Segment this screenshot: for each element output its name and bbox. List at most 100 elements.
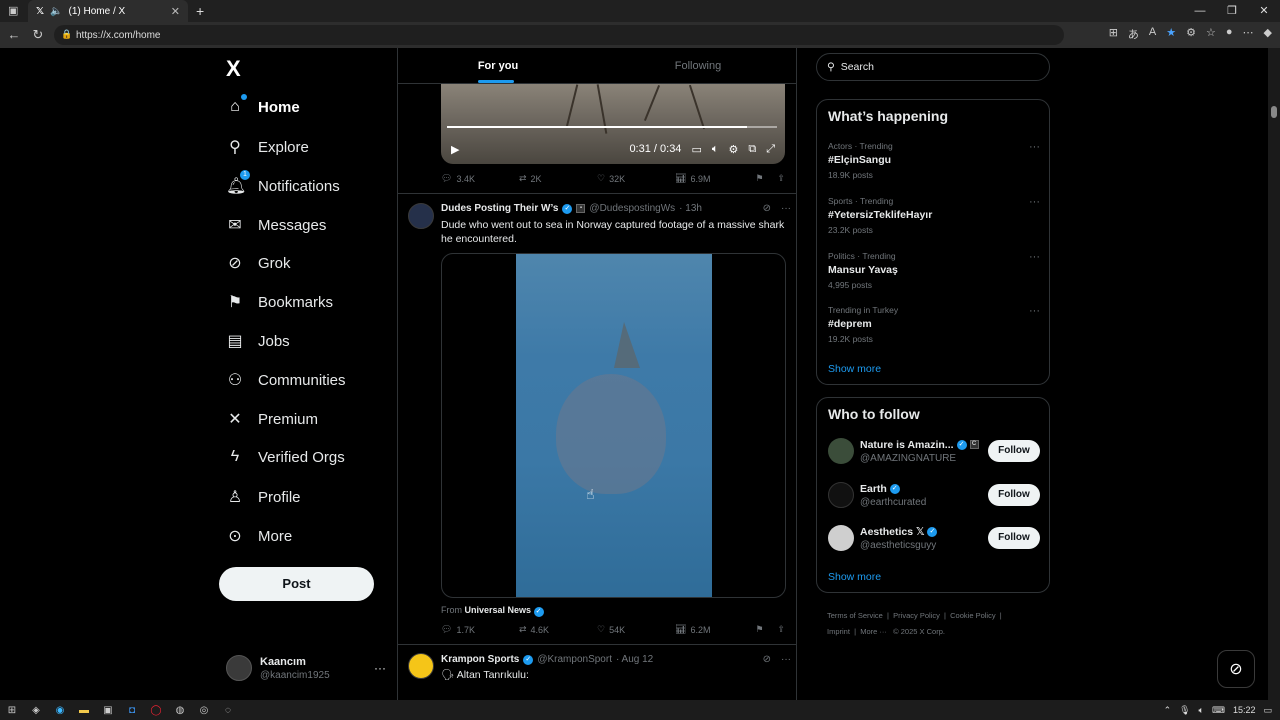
volume-icon[interactable]: 🔈︎ (712, 143, 719, 156)
trend-more-icon[interactable]: ··· (1029, 196, 1040, 208)
speaker-icon[interactable]: 🔈 (50, 6, 62, 17)
video-player-2[interactable] (441, 253, 786, 598)
x-logo[interactable]: X (226, 56, 241, 82)
grok-explain-icon[interactable]: ⊘ (763, 654, 771, 665)
grok-chat-button[interactable]: ⊘ (1217, 650, 1255, 688)
minimize-icon[interactable]: — (1184, 0, 1216, 22)
follow-button[interactable]: Follow (988, 440, 1040, 462)
trend-more-icon[interactable]: ··· (1029, 305, 1040, 317)
follow-suggestion[interactable]: Aesthetics 𝕏 ✓ @aestheticsguyy Follow (828, 522, 1040, 554)
imprint-link[interactable]: Imprint (827, 627, 850, 636)
clock[interactable]: 15:22 (1233, 705, 1256, 715)
close-window-icon[interactable]: ✕ (1248, 0, 1280, 22)
follow-suggestion[interactable]: Nature is Amazin... ✓ C @AMAZINGNATURE Fol… (828, 435, 1040, 467)
settings-gear-icon[interactable]: ⚙ (728, 143, 738, 156)
translate-icon[interactable]: あ (1128, 26, 1139, 42)
show-more-follow-link[interactable]: Show more (828, 571, 881, 583)
opera-icon[interactable]: ◯ (144, 705, 168, 716)
back-icon[interactable]: ← (2, 27, 26, 42)
tweet-time[interactable]: · 13h (679, 203, 702, 214)
extensions-icon[interactable]: ⚙ (1186, 26, 1196, 42)
bookmark-icon[interactable]: ⚑ (755, 624, 763, 635)
volume-icon[interactable]: 🔈︎ (1199, 705, 1204, 716)
account-more-icon[interactable]: ··· (374, 661, 386, 675)
nav-more[interactable]: ⊙ More (226, 526, 292, 546)
menu-icon[interactable]: ⋯ (1243, 26, 1254, 42)
share-icon[interactable]: ⇪ (777, 173, 785, 184)
privacy-link[interactable]: Privacy Policy (893, 611, 940, 620)
tweet-author-name[interactable]: Krampon Sports (441, 654, 519, 665)
like-button[interactable]: ♡ 32K (597, 173, 675, 184)
search-input[interactable]: ⚲ Search (816, 53, 1050, 81)
store-icon[interactable]: ▣ (96, 705, 120, 716)
repost-button[interactable]: ⇄ 2K (519, 173, 597, 184)
nav-messages[interactable]: ✉ Messages (226, 215, 326, 235)
terms-link[interactable]: Terms of Service (827, 611, 883, 620)
repost-button[interactable]: ⇄ 4.6K (519, 624, 597, 635)
share-icon[interactable]: ⇪ (777, 624, 785, 635)
follow-button[interactable]: Follow (988, 484, 1040, 506)
read-aloud-icon[interactable]: A (1149, 26, 1156, 42)
avatar[interactable] (408, 653, 434, 679)
app-icon[interactable]: ⊞ (1109, 26, 1118, 42)
page-scrollbar[interactable] (1268, 48, 1280, 700)
trend-more-icon[interactable]: ··· (1029, 251, 1040, 263)
avatar[interactable] (408, 203, 434, 229)
trend-item[interactable]: Actors · Trending #ElçinSangu 18.9K post… (828, 141, 1040, 180)
video-player-1[interactable]: ▶ 0:31 / 0:34 ▭ 🔈︎ ⚙ ⧉ ⤢ (441, 84, 785, 164)
play-icon[interactable]: ▶ (451, 143, 459, 156)
nav-profile[interactable]: ♙ Profile (226, 487, 301, 507)
copilot-icon[interactable]: ◆ (1264, 26, 1272, 42)
favorites-icon[interactable]: ☆ (1206, 26, 1216, 42)
copilot-app-icon[interactable]: ◈ (24, 705, 48, 716)
tab-following[interactable]: Following (598, 48, 796, 83)
views-button[interactable]: 📊︎ 6.2M (675, 624, 753, 635)
nav-jobs[interactable]: ▤ Jobs (226, 331, 289, 351)
notifications-icon[interactable]: ▭ (1263, 705, 1272, 716)
reply-button[interactable]: 💬︎ 1.7K (441, 624, 519, 635)
footer-more-link[interactable]: More ··· (860, 627, 887, 636)
account-switcher[interactable]: Kaancım @kaancim1925 ··· (226, 648, 386, 688)
trend-item[interactable]: Politics · Trending Mansur Yavaş 4,995 p… (828, 251, 1040, 290)
nav-verified-orgs[interactable]: ϟ Verified Orgs (226, 448, 345, 466)
follow-suggestion[interactable]: Earth ✓ @earthcurated Follow (828, 479, 1040, 511)
favorite-star-icon[interactable]: ★ (1166, 26, 1176, 42)
follow-button[interactable]: Follow (988, 527, 1040, 549)
trend-more-icon[interactable]: ··· (1029, 141, 1040, 153)
nav-grok[interactable]: ⊘ Grok (226, 253, 290, 273)
show-more-trends-link[interactable]: Show more (828, 363, 881, 375)
refresh-icon[interactable]: ↻ (26, 27, 50, 43)
outlook-icon[interactable]: ◘ (120, 705, 144, 716)
nav-bookmarks[interactable]: ⚑ Bookmarks (226, 292, 333, 312)
tweet-author-handle[interactable]: @KramponSport (537, 654, 612, 665)
fullscreen-icon[interactable]: ⤢ (766, 143, 775, 156)
tab-actions-icon[interactable]: ▣ (8, 4, 18, 17)
nav-communities[interactable]: ⚇ Communities (226, 370, 346, 390)
source-name[interactable]: Universal News (465, 605, 532, 615)
nav-notifications[interactable]: 🔔︎ 1 Notifications (226, 170, 340, 196)
pip-icon[interactable]: ⧉ (748, 143, 756, 156)
start-icon[interactable]: ⊞ (0, 705, 24, 716)
profile-icon[interactable]: ● (1226, 26, 1233, 42)
cookie-link[interactable]: Cookie Policy (950, 611, 995, 620)
app-icon[interactable]: ◍ (168, 705, 192, 716)
browser-tab[interactable]: 𝕏 🔈 (1) Home / X ✕ (28, 0, 188, 22)
folder-icon[interactable]: ▬ (72, 705, 96, 716)
steam-icon[interactable]: ◎ (192, 705, 216, 716)
address-bar[interactable]: 🔒 https://x.com/home (54, 25, 1064, 45)
app-icon[interactable]: ◌ (216, 705, 240, 716)
tweet-author-name[interactable]: Dudes Posting Their W’s (441, 203, 558, 214)
new-tab-button[interactable]: + (196, 3, 204, 19)
chevron-up-icon[interactable]: ⌃ (1164, 705, 1172, 716)
tweet-more-icon[interactable]: ··· (781, 654, 791, 665)
keyboard-icon[interactable]: ⌨ (1212, 705, 1225, 716)
tweet-more-icon[interactable]: ··· (781, 203, 791, 214)
nav-home[interactable]: ⌂ Home (226, 94, 300, 116)
tab-for-you[interactable]: For you (398, 48, 598, 83)
nav-explore[interactable]: ⚲ Explore (226, 137, 309, 157)
grok-explain-icon[interactable]: ⊘ (763, 203, 771, 214)
views-button[interactable]: 📊︎ 6.9M (675, 173, 753, 184)
tweet-author-handle[interactable]: @DudespostingWs (589, 203, 675, 214)
post-button[interactable]: Post (219, 567, 374, 601)
tweet-time[interactable]: · Aug 12 (616, 654, 653, 665)
